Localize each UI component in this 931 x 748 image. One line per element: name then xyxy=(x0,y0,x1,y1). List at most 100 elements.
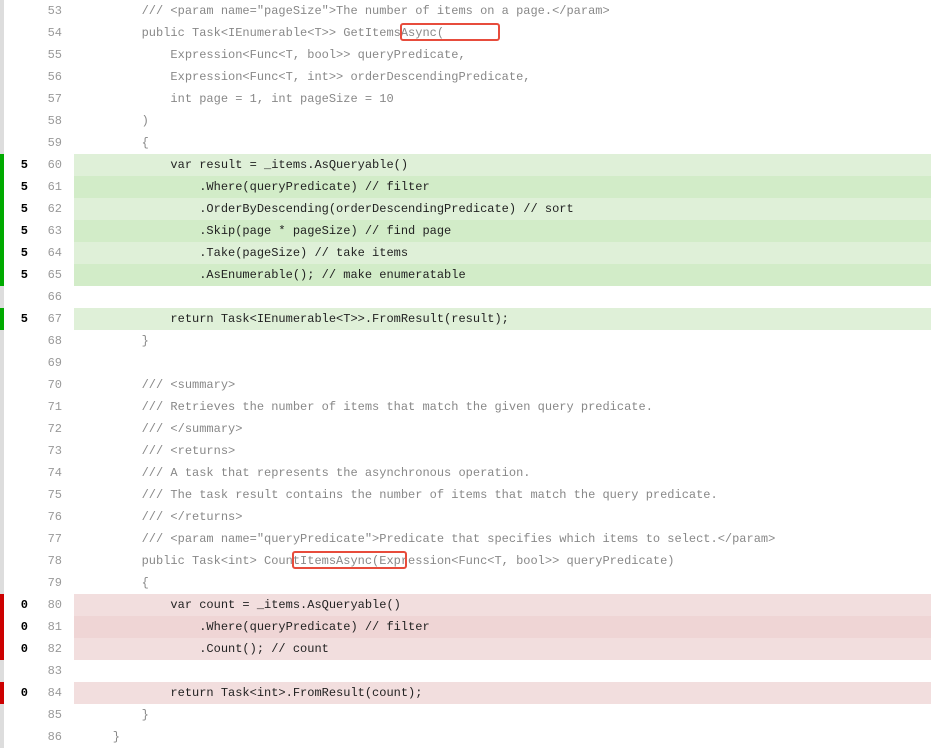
code-line[interactable]: 69 xyxy=(0,352,931,374)
source-text: /// The task result contains the number … xyxy=(84,488,718,502)
line-number: 79 xyxy=(34,572,74,594)
code-line[interactable]: 71 /// Retrieves the number of items tha… xyxy=(0,396,931,418)
code-line[interactable]: 57 int page = 1, int pageSize = 10 xyxy=(0,88,931,110)
code-line[interactable]: 080 var count = _items.AsQueryable() xyxy=(0,594,931,616)
line-number: 84 xyxy=(34,682,74,704)
source-cell: /// <param name="pageSize">The number of… xyxy=(74,0,931,22)
code-line[interactable]: 564 .Take(pageSize) // take items xyxy=(0,242,931,264)
source-cell: /// A task that represents the asynchron… xyxy=(74,462,931,484)
code-line[interactable]: 561 .Where(queryPredicate) // filter xyxy=(0,176,931,198)
source-cell: /// Retrieves the number of items that m… xyxy=(74,396,931,418)
code-line[interactable]: 54 public Task<IEnumerable<T>> GetItemsA… xyxy=(0,22,931,44)
code-line[interactable]: 76 /// </returns> xyxy=(0,506,931,528)
line-number: 73 xyxy=(34,440,74,462)
source-text: /// </returns> xyxy=(84,510,242,524)
code-line[interactable]: 56 Expression<Func<T, int>> orderDescend… xyxy=(0,66,931,88)
source-text: { xyxy=(84,576,149,590)
code-line[interactable]: 082 .Count(); // count xyxy=(0,638,931,660)
source-cell: public Task<IEnumerable<T>> GetItemsAsyn… xyxy=(74,22,931,44)
source-text: .Take(pageSize) // take items xyxy=(84,246,408,260)
line-number: 75 xyxy=(34,484,74,506)
source-cell: var result = _items.AsQueryable() xyxy=(74,154,931,176)
coverage-count xyxy=(4,418,34,440)
source-text: .Where(queryPredicate) // filter xyxy=(84,180,430,194)
source-text: Expression<Func<T, bool>> queryPredicate… xyxy=(84,48,466,62)
source-text: public Task<IEnumerable<T>> GetItemsAsyn… xyxy=(84,26,444,40)
code-line[interactable]: 78 public Task<int> CountItemsAsync(Expr… xyxy=(0,550,931,572)
source-text: .AsEnumerable(); // make enumeratable xyxy=(84,268,466,282)
source-cell: .Count(); // count xyxy=(74,638,931,660)
source-cell: } xyxy=(74,726,931,748)
source-cell: var count = _items.AsQueryable() xyxy=(74,594,931,616)
source-cell: ) xyxy=(74,110,931,132)
line-number: 62 xyxy=(34,198,74,220)
line-number: 55 xyxy=(34,44,74,66)
coverage-count xyxy=(4,462,34,484)
code-line[interactable]: 53 /// <param name="pageSize">The number… xyxy=(0,0,931,22)
code-line[interactable]: 084 return Task<int>.FromResult(count); xyxy=(0,682,931,704)
source-cell: { xyxy=(74,572,931,594)
coverage-count xyxy=(4,110,34,132)
source-text: return Task<IEnumerable<T>>.FromResult(r… xyxy=(84,312,509,326)
code-line[interactable]: 55 Expression<Func<T, bool>> queryPredic… xyxy=(0,44,931,66)
line-number: 53 xyxy=(34,0,74,22)
source-cell: } xyxy=(74,704,931,726)
code-line[interactable]: 563 .Skip(page * pageSize) // find page xyxy=(0,220,931,242)
code-line[interactable]: 562 .OrderByDescending(orderDescendingPr… xyxy=(0,198,931,220)
line-number: 72 xyxy=(34,418,74,440)
source-cell: return Task<IEnumerable<T>>.FromResult(r… xyxy=(74,308,931,330)
code-line[interactable]: 081 .Where(queryPredicate) // filter xyxy=(0,616,931,638)
source-text: return Task<int>.FromResult(count); xyxy=(84,686,422,700)
code-line[interactable]: 86 } xyxy=(0,726,931,748)
line-number: 69 xyxy=(34,352,74,374)
code-line[interactable]: 66 xyxy=(0,286,931,308)
source-text: } xyxy=(84,730,120,744)
coverage-count xyxy=(4,22,34,44)
line-number: 67 xyxy=(34,308,74,330)
line-number: 85 xyxy=(34,704,74,726)
line-number: 60 xyxy=(34,154,74,176)
source-text: } xyxy=(84,334,149,348)
line-number: 76 xyxy=(34,506,74,528)
source-cell xyxy=(74,352,931,374)
code-line[interactable]: 68 } xyxy=(0,330,931,352)
coverage-count xyxy=(4,550,34,572)
code-line[interactable]: 58 ) xyxy=(0,110,931,132)
source-cell: .Take(pageSize) // take items xyxy=(74,242,931,264)
source-text: ) xyxy=(84,114,149,128)
coverage-count xyxy=(4,528,34,550)
code-line[interactable]: 73 /// <returns> xyxy=(0,440,931,462)
line-number: 54 xyxy=(34,22,74,44)
code-line[interactable]: 79 { xyxy=(0,572,931,594)
line-number: 81 xyxy=(34,616,74,638)
source-cell: /// <param name="queryPredicate">Predica… xyxy=(74,528,931,550)
coverage-count xyxy=(4,506,34,528)
code-line[interactable]: 75 /// The task result contains the numb… xyxy=(0,484,931,506)
code-line[interactable]: 72 /// </summary> xyxy=(0,418,931,440)
code-line[interactable]: 74 /// A task that represents the asynch… xyxy=(0,462,931,484)
line-number: 78 xyxy=(34,550,74,572)
source-text: /// <summary> xyxy=(84,378,235,392)
code-line[interactable]: 59 { xyxy=(0,132,931,154)
code-line[interactable]: 83 xyxy=(0,660,931,682)
source-text: .Where(queryPredicate) // filter xyxy=(84,620,430,634)
coverage-count xyxy=(4,704,34,726)
code-line[interactable]: 77 /// <param name="queryPredicate">Pred… xyxy=(0,528,931,550)
coverage-count xyxy=(4,660,34,682)
source-cell: .AsEnumerable(); // make enumeratable xyxy=(74,264,931,286)
line-number: 77 xyxy=(34,528,74,550)
coverage-count: 5 xyxy=(4,198,34,220)
source-cell: /// The task result contains the number … xyxy=(74,484,931,506)
coverage-count: 5 xyxy=(4,264,34,286)
source-text: /// A task that represents the asynchron… xyxy=(84,466,530,480)
coverage-count xyxy=(4,396,34,418)
coverage-count: 0 xyxy=(4,616,34,638)
code-line[interactable]: 85 } xyxy=(0,704,931,726)
code-line[interactable]: 567 return Task<IEnumerable<T>>.FromResu… xyxy=(0,308,931,330)
coverage-count xyxy=(4,286,34,308)
line-number: 82 xyxy=(34,638,74,660)
code-line[interactable]: 560 var result = _items.AsQueryable() xyxy=(0,154,931,176)
source-text: /// Retrieves the number of items that m… xyxy=(84,400,653,414)
code-line[interactable]: 565 .AsEnumerable(); // make enumeratabl… xyxy=(0,264,931,286)
code-line[interactable]: 70 /// <summary> xyxy=(0,374,931,396)
